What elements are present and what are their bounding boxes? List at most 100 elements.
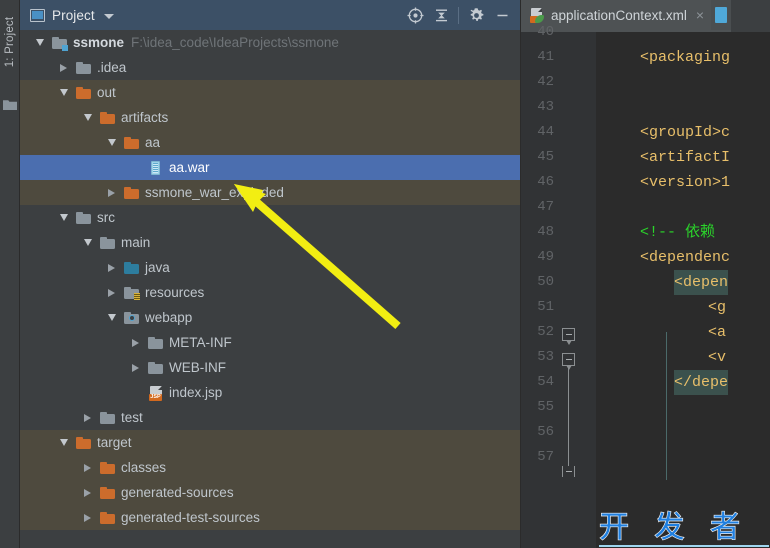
tree-twisty-right-icon[interactable] — [81, 513, 94, 522]
tree-row-webapp[interactable]: webapp — [20, 305, 521, 330]
line-number: 51 — [537, 299, 554, 315]
code-line: <artifactI — [640, 149, 731, 166]
fold-marker-54[interactable] — [562, 466, 575, 477]
tool-window-button-project[interactable]: 1: Project — [4, 13, 16, 71]
jsp-file-icon: JSP — [148, 385, 164, 401]
source-root-icon — [124, 260, 140, 276]
line-number: 45 — [537, 149, 554, 165]
folder-gray-icon — [76, 210, 92, 226]
tree-twisty-right-icon[interactable] — [105, 263, 118, 272]
line-number: 40 — [537, 24, 554, 40]
tree-twisty-down-icon[interactable] — [81, 114, 94, 121]
minimize-icon[interactable] — [489, 2, 515, 28]
tree-row-artifacts[interactable]: artifacts — [20, 105, 521, 130]
collapse-all-icon[interactable] — [428, 2, 454, 28]
tree-row-generated-sources[interactable]: generated-sources — [20, 480, 521, 505]
tree-row-generated-test-sources[interactable]: generated-test-sources — [20, 505, 521, 530]
locate-target-icon[interactable] — [402, 2, 428, 28]
tree-twisty-down-icon[interactable] — [105, 139, 118, 146]
tree-row-main[interactable]: main — [20, 230, 521, 255]
code-line: <version>1 — [640, 174, 731, 191]
tree-row-aa-war[interactable]: aa.war — [20, 155, 521, 180]
fold-marker-50[interactable] — [562, 353, 575, 370]
tree-row-label: main — [121, 235, 151, 250]
tree-row-test[interactable]: test — [20, 405, 521, 430]
tree-twisty-right-icon[interactable] — [129, 363, 142, 372]
line-number: 55 — [537, 399, 554, 415]
tree-row-ssmone[interactable]: ssmone F:\idea_code\IdeaProjects\ssmone — [20, 30, 521, 55]
editor-tab-secondary[interactable] — [711, 0, 732, 32]
code-line: <groupId>c — [640, 124, 731, 141]
project-file-tree[interactable]: ssmone F:\idea_code\IdeaProjects\ssmone .i… — [20, 30, 521, 548]
tree-row-classes[interactable]: classes — [20, 455, 521, 480]
editor-area: applicationContext.xml × 40 41 42 43 44 45 46 4… — [521, 0, 770, 548]
tree-twisty-right-icon[interactable] — [57, 63, 70, 72]
tree-row-target[interactable]: target — [20, 430, 521, 455]
line-number: 44 — [537, 124, 554, 140]
tree-twisty-right-icon[interactable] — [81, 488, 94, 497]
tree-row-label: webapp — [145, 310, 193, 325]
folder-gray-icon — [100, 235, 116, 251]
tree-row-label: ssmone_war_exploded — [145, 185, 284, 200]
code-line: <!-- 依赖 — [640, 224, 725, 241]
tree-row--idea[interactable]: .idea — [20, 55, 521, 80]
gear-icon[interactable] — [463, 2, 489, 28]
folder-orange-icon — [76, 435, 92, 451]
folder-orange-icon — [100, 485, 116, 501]
tree-twisty-right-icon[interactable] — [81, 413, 94, 422]
code-line: </depe — [674, 370, 729, 395]
line-number: 53 — [537, 349, 554, 365]
tree-row-label: java — [145, 260, 170, 275]
tree-row-ssmone-war-exploded[interactable]: ssmone_war_exploded — [20, 180, 521, 205]
tree-row-resources[interactable]: resources — [20, 280, 521, 305]
tree-row-aa[interactable]: aa — [20, 130, 521, 155]
folder-gray-icon — [148, 360, 164, 376]
folder-gray-icon — [76, 60, 92, 76]
tree-row-java[interactable]: java — [20, 255, 521, 280]
tree-twisty-down-icon[interactable] — [57, 214, 70, 221]
line-number: 56 — [537, 424, 554, 440]
tree-row-label: out — [97, 85, 116, 100]
tree-row-meta-inf[interactable]: META-INF — [20, 330, 521, 355]
fold-marker-49[interactable] — [562, 328, 575, 345]
left-tool-strip: 1: Project — [0, 0, 20, 548]
tree-twisty-right-icon[interactable] — [129, 338, 142, 347]
tree-row-out[interactable]: out — [20, 80, 521, 105]
code-folding-column[interactable] — [562, 32, 584, 548]
folder-orange-icon — [124, 185, 140, 201]
tree-row-src[interactable]: src — [20, 205, 521, 230]
tree-twisty-right-icon[interactable] — [105, 288, 118, 297]
code-line: <v — [708, 349, 727, 366]
code-content[interactable]: <packaging <groupId>c <artifactI <version>1… — [596, 32, 770, 548]
tree-row-label: generated-test-sources — [121, 510, 260, 525]
tree-twisty-right-icon[interactable] — [81, 463, 94, 472]
chevron-down-icon[interactable] — [103, 13, 114, 19]
tree-row-label: index.jsp — [169, 385, 223, 400]
folder-gray-icon — [100, 410, 116, 426]
tree-row-label: test — [121, 410, 143, 425]
code-editor[interactable]: 40 41 42 43 44 45 46 47 48 49 50 51 52 53 54 55 56 57 <pa… — [521, 24, 770, 548]
close-icon[interactable]: × — [696, 8, 704, 22]
tree-twisty-down-icon[interactable] — [33, 39, 46, 46]
tree-twisty-down-icon[interactable] — [81, 239, 94, 246]
folder-orange-icon — [124, 135, 140, 151]
tree-twisty-down-icon[interactable] — [57, 89, 70, 96]
tree-twisty-down-icon[interactable] — [105, 314, 118, 321]
tree-row-index-jsp[interactable]: JSP index.jsp — [20, 380, 521, 405]
folder-gray-icon — [148, 335, 164, 351]
tree-row-web-inf[interactable]: WEB-INF — [20, 355, 521, 380]
folder-orange-icon — [100, 460, 116, 476]
tree-twisty-right-icon[interactable] — [105, 188, 118, 197]
watermark-top-text: 开 发 者 — [598, 510, 749, 545]
folder-orange-icon — [100, 110, 116, 126]
tree-twisty-down-icon[interactable] — [57, 439, 70, 446]
